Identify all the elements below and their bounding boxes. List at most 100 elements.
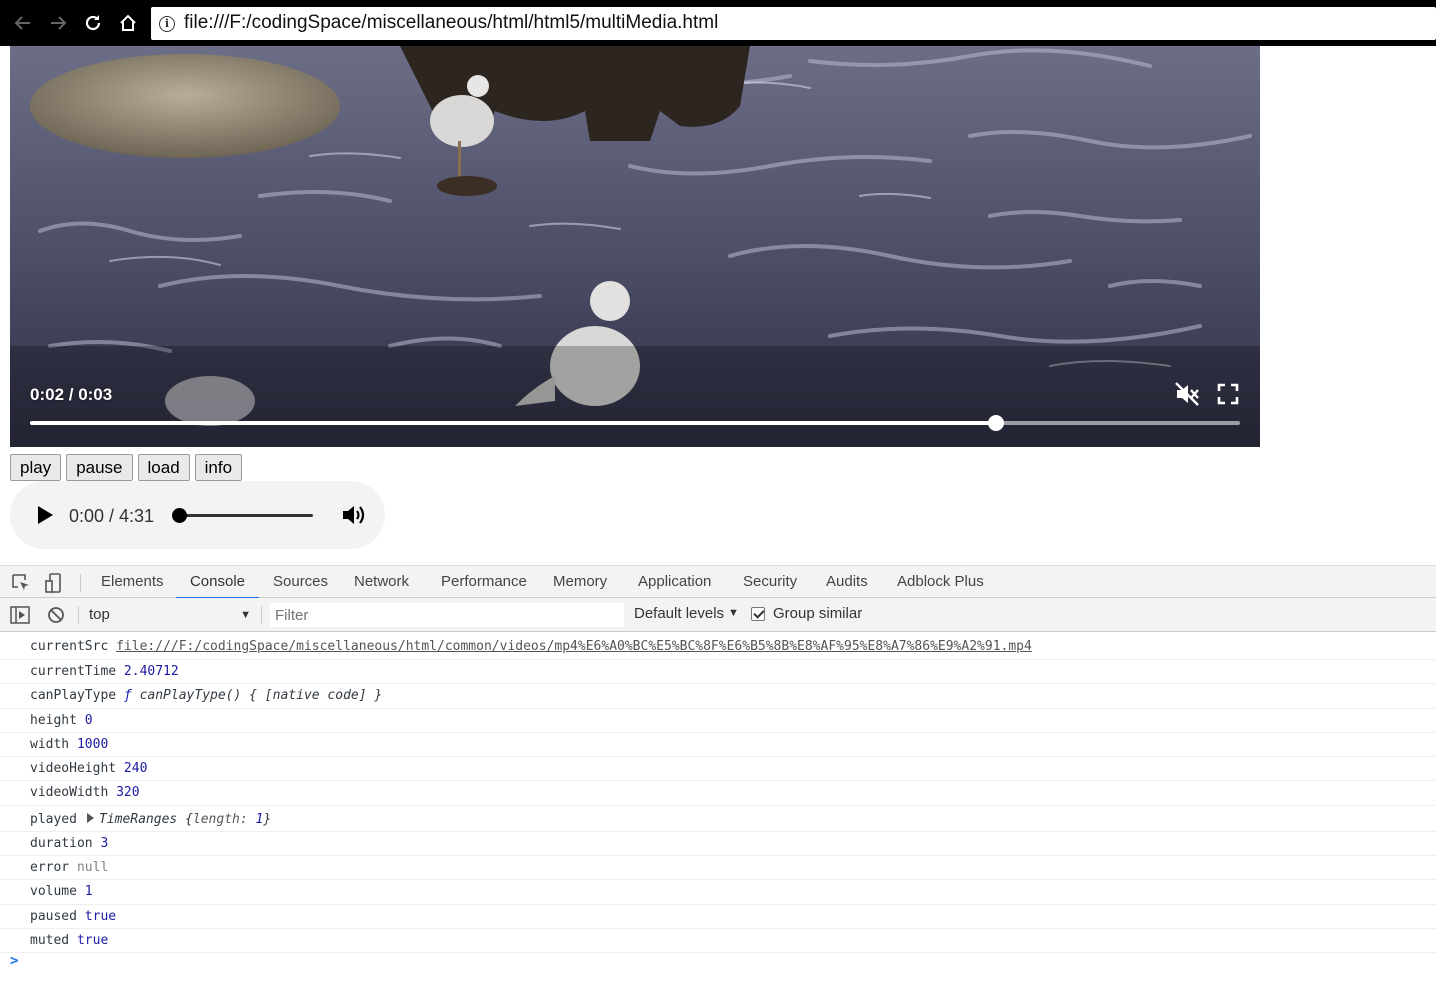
reload-icon[interactable]	[79, 8, 107, 38]
video-frame	[10, 46, 1260, 447]
toolbar-separator	[261, 606, 262, 624]
url-text[interactable]: file:///F:/codingSpace/miscellaneous/htm…	[184, 12, 718, 34]
tab-separator	[80, 574, 81, 592]
log-key: paused	[30, 908, 77, 924]
log-levels-dropdown[interactable]: Default levels ▼	[634, 605, 739, 622]
log-row: videoWidth 320	[0, 781, 1436, 806]
forward-arrow-icon[interactable]	[44, 8, 72, 38]
log-value: 0	[84, 712, 93, 728]
log-value: 320	[116, 785, 140, 801]
info-icon[interactable]: i	[159, 16, 175, 32]
tab-elements[interactable]: Elements	[101, 566, 164, 599]
inspect-element-icon[interactable]	[11, 573, 31, 593]
dropdown-arrow-icon: ▼	[240, 609, 251, 621]
log-key: videoHeight	[30, 761, 117, 777]
log-value: 3	[100, 835, 109, 851]
tab-sources[interactable]: Sources	[273, 566, 328, 599]
pause-button[interactable]: pause	[66, 454, 133, 481]
object-brace-open: {	[185, 811, 193, 827]
log-row: played TimeRanges {length: 1}	[0, 806, 1436, 832]
dropdown-arrow-icon: ▼	[728, 607, 739, 619]
log-key: volume	[30, 884, 77, 900]
tab-console[interactable]: Console	[176, 566, 259, 599]
video-progress-fill	[30, 421, 996, 425]
console-prompt-icon[interactable]: >	[10, 953, 18, 969]
log-row: error null	[0, 856, 1436, 881]
tab-audits[interactable]: Audits	[826, 566, 868, 599]
context-value: top	[89, 606, 110, 623]
play-button[interactable]: play	[10, 454, 62, 481]
tab-adblock-plus[interactable]: Adblock Plus	[897, 566, 984, 599]
back-arrow-icon[interactable]	[9, 8, 37, 38]
devtools-tab-bar: Elements Console Sources Network Perform…	[0, 565, 1436, 599]
log-object-value[interactable]: TimeRanges {length: 1}	[99, 812, 271, 827]
log-link[interactable]: file:///F:/codingSpace/miscellaneous/htm…	[116, 639, 1032, 654]
object-type: TimeRanges	[98, 811, 178, 827]
log-row: currentTime 2.40712	[0, 660, 1436, 685]
function-glyph: ƒ	[123, 688, 132, 704]
tab-memory[interactable]: Memory	[553, 566, 607, 599]
log-function-value[interactable]: ƒ canPlayType() { [native code] }	[124, 688, 382, 703]
video-progress-bar[interactable]	[30, 415, 1240, 431]
log-value: true	[76, 932, 109, 948]
log-key: currentTime	[30, 664, 117, 679]
log-row: currentSrc file:///F:/codingSpace/miscel…	[0, 633, 1436, 660]
home-icon[interactable]	[114, 8, 142, 38]
audio-progress-track	[172, 514, 313, 517]
load-button[interactable]: load	[137, 454, 190, 481]
log-key: error	[30, 860, 70, 876]
log-row: paused true	[0, 905, 1436, 929]
expand-triangle-icon[interactable]	[86, 812, 94, 823]
log-value: 2.40712	[123, 664, 179, 679]
fullscreen-icon[interactable]	[1214, 380, 1242, 408]
devtools-panel: Elements Console Sources Network Perform…	[0, 565, 1436, 1000]
log-key: canPlayType	[30, 688, 117, 704]
object-prop: length:	[192, 811, 248, 827]
audio-player[interactable]: 0:00 / 4:31	[10, 481, 385, 549]
log-key: played	[30, 811, 77, 827]
info-button[interactable]: info	[194, 454, 243, 481]
clear-console-icon[interactable]	[46, 606, 66, 624]
function-signature: canPlayType() { [native code] }	[139, 688, 383, 704]
log-row: height 0	[0, 709, 1436, 733]
console-toolbar: top ▼ Default levels▼ Group similar	[0, 598, 1436, 632]
tab-security[interactable]: Security	[743, 566, 797, 599]
log-levels-label: Default levels	[634, 605, 725, 622]
log-row: canPlayType ƒ canPlayType() { [native co…	[0, 684, 1436, 709]
audio-play-icon[interactable]	[32, 503, 56, 527]
context-selector[interactable]: top ▼	[89, 603, 251, 627]
tab-performance[interactable]: Performance	[441, 566, 527, 599]
log-value: 240	[123, 761, 148, 777]
group-similar-checkbox[interactable]	[751, 607, 765, 621]
console-filter-input[interactable]	[270, 603, 624, 627]
group-similar-label: Group similar	[773, 605, 863, 622]
log-key: width	[30, 736, 70, 752]
browser-toolbar: i file:///F:/codingSpace/miscellaneous/h…	[0, 0, 1436, 46]
tab-application[interactable]: Application	[638, 566, 711, 599]
log-value: 1	[84, 884, 93, 900]
audio-volume-icon[interactable]	[340, 502, 366, 528]
log-value: 1000	[76, 736, 109, 752]
address-bar[interactable]: i file:///F:/codingSpace/miscellaneous/h…	[151, 7, 1436, 40]
log-row: volume 1	[0, 880, 1436, 905]
log-row: videoHeight 240	[0, 757, 1436, 782]
log-key: muted	[30, 932, 70, 948]
audio-progress-thumb[interactable]	[172, 508, 187, 523]
console-sidebar-icon[interactable]	[10, 606, 30, 624]
log-value: null	[76, 860, 109, 876]
video-player[interactable]: 0:02 / 0:03	[10, 46, 1260, 447]
log-row: muted true	[0, 929, 1436, 954]
muted-volume-icon[interactable]	[1173, 380, 1201, 408]
log-key: videoWidth	[30, 785, 109, 801]
console-output: currentSrc file:///F:/codingSpace/miscel…	[0, 633, 1436, 954]
log-key: height	[30, 712, 77, 728]
object-brace-close: }	[263, 811, 272, 827]
log-row: width 1000	[0, 733, 1436, 758]
log-key: duration	[30, 835, 93, 851]
audio-progress-slider[interactable]	[172, 507, 313, 523]
log-value: true	[84, 908, 117, 924]
tab-network[interactable]: Network	[354, 566, 409, 599]
device-toolbar-icon[interactable]	[44, 573, 64, 593]
media-button-row: play pause load info	[10, 454, 243, 481]
video-progress-thumb[interactable]	[987, 415, 1004, 431]
